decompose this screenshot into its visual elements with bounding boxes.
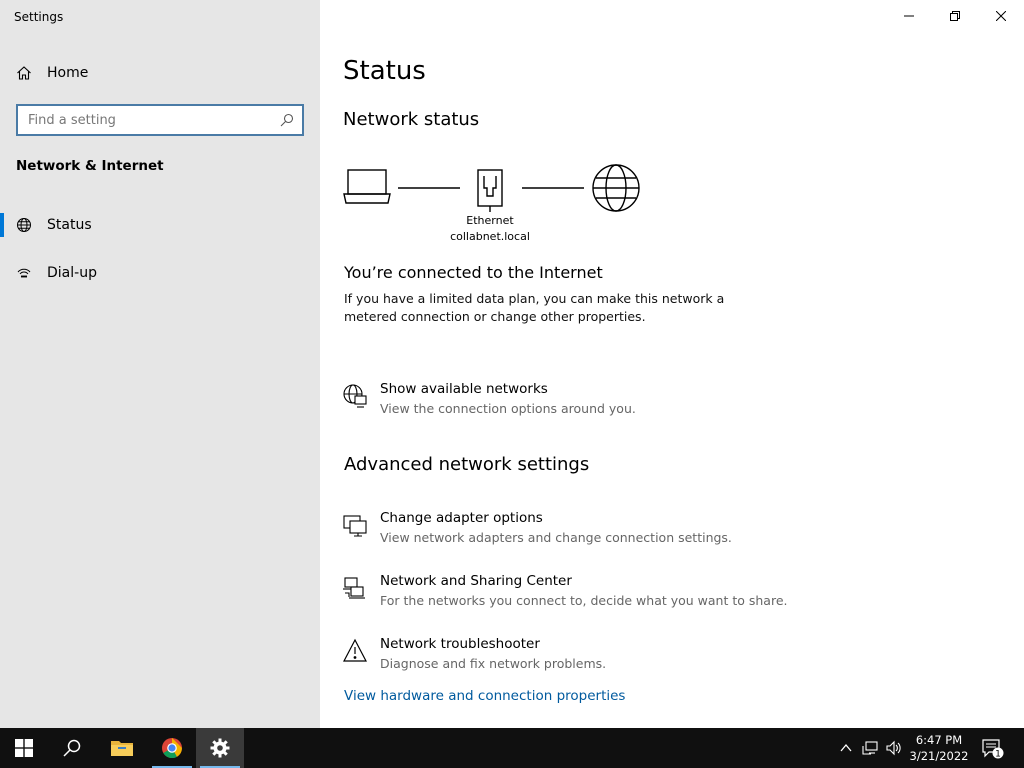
home-icon (17, 66, 31, 80)
section-title: Network & Internet (16, 158, 164, 174)
network-status-title: Network status (343, 109, 480, 130)
connection-heading: You’re connected to the Internet (344, 263, 603, 282)
row-title: Change adapter options (380, 510, 543, 526)
network-tray-icon[interactable] (862, 740, 878, 756)
file-explorer-button[interactable] (98, 728, 146, 768)
taskbar: 6:47 PM 3/21/2022 1 (0, 728, 1024, 768)
volume-icon[interactable] (886, 740, 902, 756)
start-button[interactable] (0, 728, 48, 768)
row-description: View network adapters and change connect… (380, 530, 732, 545)
notification-icon: 1 (982, 739, 1004, 760)
warning-icon (343, 638, 367, 662)
advanced-settings-title: Advanced network settings (344, 454, 590, 475)
available-networks-icon (343, 384, 367, 408)
app-title: Settings (14, 10, 64, 24)
clock-date: 3/21/2022 (909, 749, 969, 763)
row-title: Show available networks (380, 381, 548, 397)
adapter-icon (343, 515, 367, 537)
globe-icon (592, 164, 640, 212)
taskbar-clock[interactable]: 6:47 PM 3/21/2022 (906, 732, 972, 764)
settings-window: Settings Home Network & Internet Status (0, 0, 1024, 728)
clock-time: 6:47 PM (915, 733, 963, 747)
windows-logo-icon (15, 739, 33, 757)
sidebar-item-dialup[interactable]: Dial-up (0, 253, 320, 293)
change-adapter-options-link[interactable]: Change adapter options View network adap… (342, 510, 862, 554)
show-networks-link[interactable]: Show available networks View the connect… (342, 381, 862, 425)
chevron-up-icon[interactable] (838, 740, 854, 756)
action-center-button[interactable]: 1 (980, 736, 1004, 760)
network-sharing-center-link[interactable]: Network and Sharing Center For the netwo… (342, 573, 862, 617)
search-input[interactable] (28, 107, 278, 133)
sharing-center-icon (343, 577, 365, 599)
notification-count: 1 (995, 750, 1001, 760)
sidebar-item-label: Status (47, 217, 92, 233)
taskbar-search-button[interactable] (48, 728, 96, 768)
folder-icon (111, 741, 133, 756)
sidebar: Settings Home Network & Internet Status (0, 0, 320, 728)
hardware-properties-link[interactable]: View hardware and connection properties (344, 688, 625, 704)
main-content: Status Network status Ethernet collabnet… (320, 0, 1024, 728)
settings-taskbar-button[interactable] (196, 728, 244, 768)
sidebar-item-label: Dial-up (47, 265, 97, 281)
page-title: Status (343, 56, 426, 86)
laptop-icon (343, 169, 391, 204)
network-domain: collabnet.local (450, 230, 530, 243)
search-icon[interactable] (280, 113, 294, 127)
sidebar-item-home[interactable]: Home (0, 53, 320, 93)
chrome-icon (162, 738, 182, 759)
globe-icon (17, 218, 31, 232)
row-title: Network and Sharing Center (380, 573, 572, 589)
chrome-button[interactable] (148, 728, 196, 768)
adapter-name: Ethernet (466, 214, 514, 227)
ethernet-icon (477, 169, 503, 212)
row-title: Network troubleshooter (380, 636, 540, 652)
connection-description: If you have a limited data plan, you can… (344, 291, 725, 324)
sidebar-item-status[interactable]: Status (0, 205, 320, 245)
row-description: For the networks you connect to, decide … (380, 593, 788, 608)
search-icon (63, 739, 81, 757)
search-box[interactable] (16, 104, 304, 136)
network-troubleshooter-link[interactable]: Network troubleshooter Diagnose and fix … (342, 636, 862, 680)
row-description: View the connection options around you. (380, 401, 636, 416)
dialup-icon (17, 268, 31, 278)
sidebar-item-label: Home (47, 65, 89, 81)
row-description: Diagnose and fix network problems. (380, 656, 607, 671)
gear-icon (210, 738, 230, 758)
